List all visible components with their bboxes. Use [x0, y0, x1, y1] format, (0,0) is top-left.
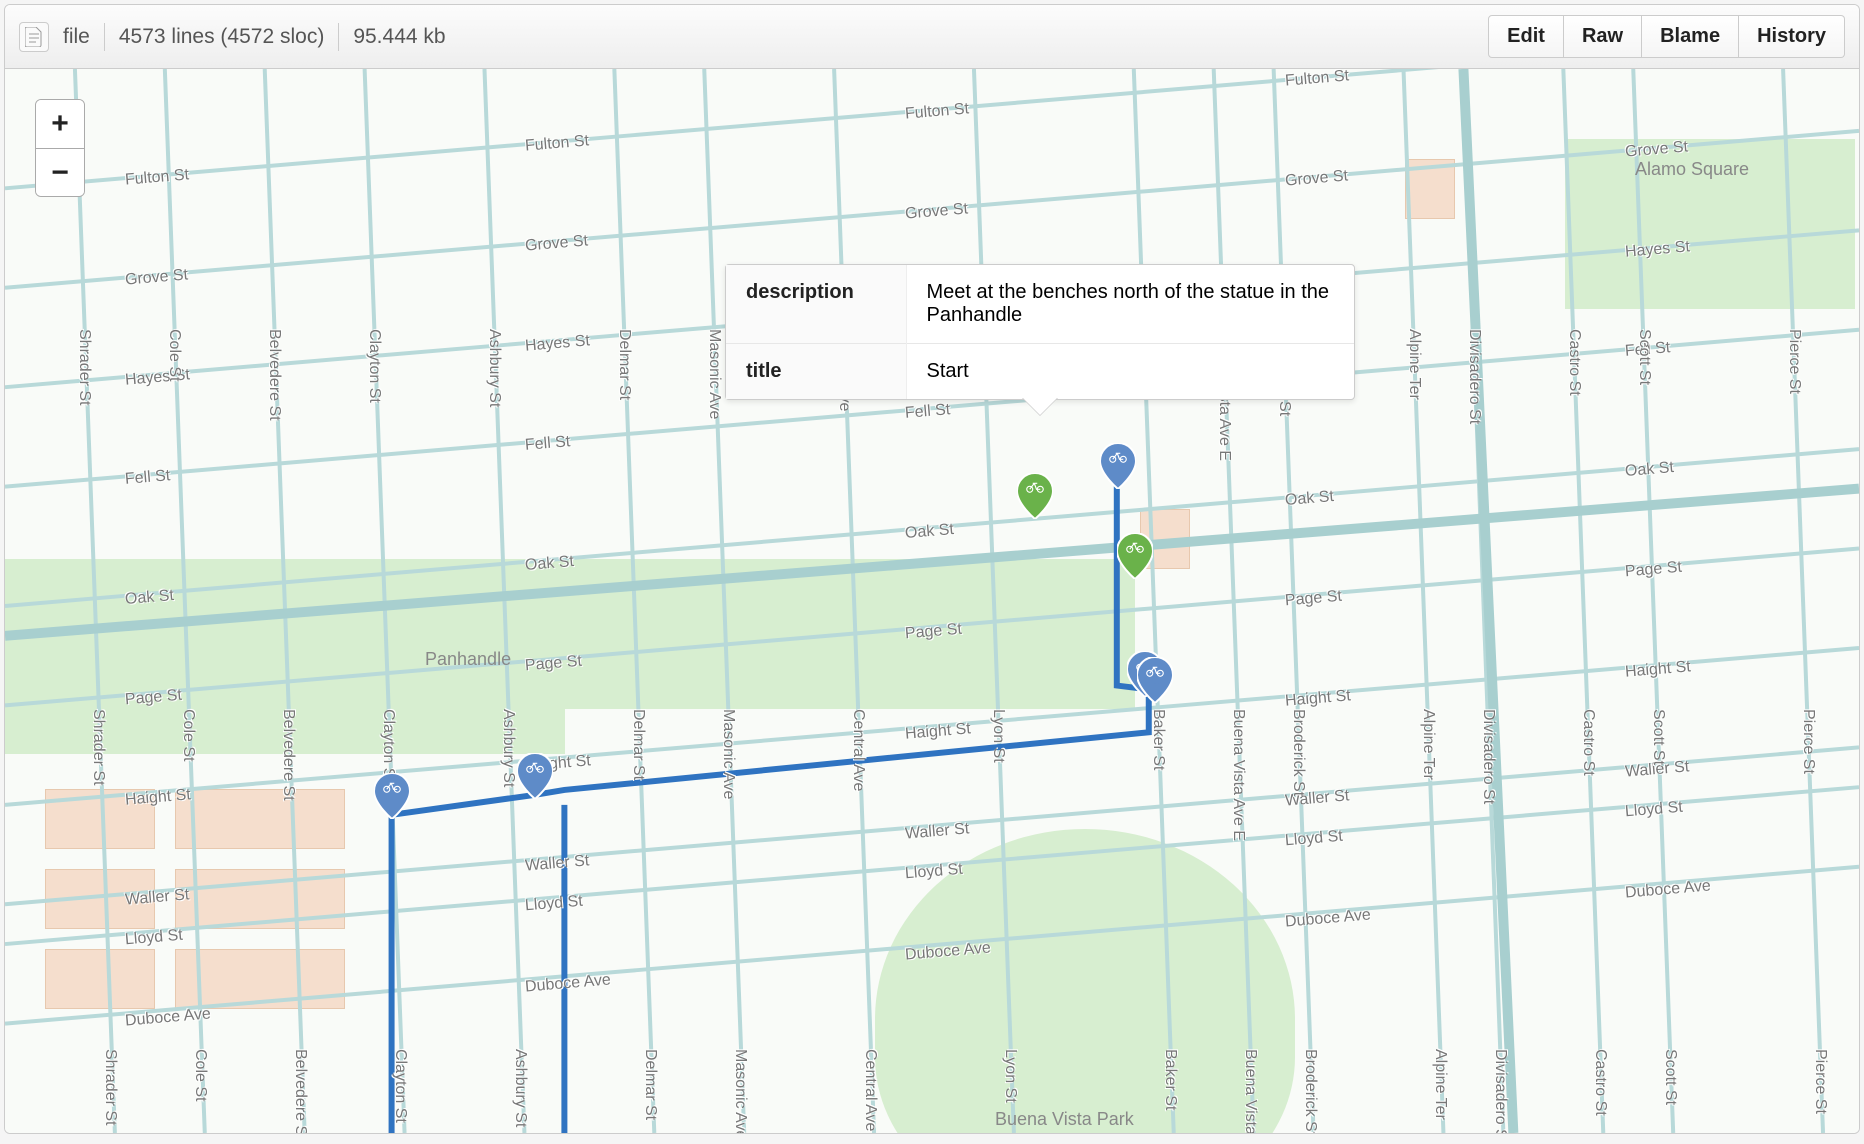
street-label-v: Cole St — [191, 1049, 209, 1101]
street-label-h: Fell St — [524, 433, 571, 455]
street-label-v: Pierce St — [1799, 709, 1817, 774]
street-label-v: Delmar St — [629, 709, 647, 780]
popup-value: Meet at the benches north of the statue … — [906, 265, 1354, 344]
map-marker-wp-page-ashbury[interactable] — [517, 753, 553, 799]
zoom-control: + − — [35, 99, 85, 197]
separator — [104, 23, 105, 51]
buena-vista-label: Buena Vista Park — [995, 1109, 1134, 1130]
app-container: file 4573 lines (4572 sloc) 95.444 kb Ed… — [4, 4, 1860, 1134]
street-label-h: Fell St — [124, 467, 171, 489]
street-label-v: Delmar St — [641, 1049, 659, 1120]
street-label-v: Buena Vista Ave E — [1229, 709, 1247, 841]
alamo-square-label: Alamo Square — [1635, 159, 1749, 180]
street-label-v: Cole St — [165, 329, 183, 381]
panhandle-label: Panhandle — [425, 649, 511, 670]
bike-icon — [1026, 481, 1044, 493]
street-label-v: Alpine Ter — [1419, 709, 1437, 780]
zoom-in-button[interactable]: + — [36, 100, 84, 148]
street-label-v: Broderick St — [1289, 709, 1307, 796]
edit-button[interactable]: Edit — [1488, 15, 1564, 58]
street-label-v: Castro St — [1565, 329, 1583, 396]
file-icon — [19, 22, 49, 52]
popup-table: description Meet at the benches north of… — [726, 265, 1354, 399]
zoom-out-button[interactable]: − — [36, 148, 84, 196]
map-viewport[interactable]: Panhandle Buena Vista Park Alamo Square … — [5, 69, 1859, 1133]
street-label-v: Delmar St — [615, 329, 633, 400]
street-label-v: Pierce St — [1785, 329, 1803, 394]
bike-icon — [1146, 665, 1164, 677]
street-label-v: Lyon St — [989, 709, 1007, 763]
street-label-h: Fell St — [904, 401, 951, 423]
street-label-v: Castro St — [1579, 709, 1597, 776]
popup-row: description Meet at the benches north of… — [726, 265, 1354, 344]
street-label-v: Masonic Ave — [705, 329, 723, 419]
street-label-v: Belvedere St — [279, 709, 297, 801]
map-marker-wp-page-baker-2[interactable] — [1137, 657, 1173, 703]
popup-tail — [1022, 397, 1058, 415]
popup-row: title Start — [726, 344, 1354, 400]
street-label-v: Belvedere St — [265, 329, 283, 421]
feature-popup[interactable]: description Meet at the benches north of… — [725, 264, 1355, 400]
bike-icon — [1109, 451, 1127, 463]
street-label-v: Divisadero St — [1465, 329, 1483, 424]
street-label-v: Masonic Ave — [719, 709, 737, 799]
bike-icon — [526, 761, 544, 773]
street-label-v: Shrader St — [101, 1049, 119, 1125]
file-size-label: 95.444 kb — [353, 25, 445, 49]
file-type-label: file — [63, 25, 90, 49]
popup-key: description — [726, 265, 906, 344]
raw-button[interactable]: Raw — [1564, 15, 1642, 58]
map-marker-wp-oak-baker[interactable] — [1117, 533, 1153, 579]
street-label-v: Alpine Ter — [1431, 1049, 1449, 1120]
street-label-h: Oak St — [904, 520, 954, 542]
history-button[interactable]: History — [1739, 15, 1845, 58]
street-label-v: Central Ave — [849, 709, 867, 791]
street-label-v: Shrader St — [75, 329, 93, 405]
street-label-v: Belvedere St — [291, 1049, 309, 1133]
street-label-v: Broderick St — [1301, 1049, 1319, 1133]
map-marker-wp-page-clayton[interactable] — [374, 773, 410, 819]
street-grid — [5, 69, 1859, 1133]
blame-button[interactable]: Blame — [1642, 15, 1739, 58]
action-button-group: Edit Raw Blame History — [1488, 15, 1845, 58]
street-label-v: Baker St — [1149, 709, 1167, 770]
file-toolbar: file 4573 lines (4572 sloc) 95.444 kb Ed… — [5, 5, 1859, 69]
street-label-v: Castro St — [1591, 1049, 1609, 1116]
street-label-v: Shrader St — [89, 709, 107, 785]
street-label-v: Ashbury St — [499, 709, 517, 787]
street-label-v: Baker St — [1161, 1049, 1179, 1110]
street-label-v: Alpine Ter — [1405, 329, 1423, 400]
street-label-v: Clayton St — [379, 709, 397, 783]
popup-value: Start — [906, 344, 1354, 400]
popup-key: title — [726, 344, 906, 400]
map-marker-wp-fell-baker[interactable] — [1100, 443, 1136, 489]
street-label-v: Cole St — [179, 709, 197, 761]
bike-icon — [383, 781, 401, 793]
street-label-v: Buena Vista Ave E — [1241, 1049, 1259, 1133]
street-label-v: Clayton St — [365, 329, 383, 403]
street-label-v: Scott St — [1649, 709, 1667, 765]
separator — [338, 23, 339, 51]
street-label-h: Oak St — [124, 587, 174, 609]
bike-icon — [1126, 541, 1144, 553]
map-marker-start[interactable] — [1017, 473, 1053, 519]
street-label-v: Lyon St — [1001, 1049, 1019, 1103]
street-label-v: Ashbury St — [511, 1049, 529, 1127]
street-label-v: Scott St — [1635, 329, 1653, 385]
street-label-h: Oak St — [524, 553, 574, 575]
street-label-v: Scott St — [1661, 1049, 1679, 1105]
file-lines-label: 4573 lines (4572 sloc) — [119, 25, 324, 49]
street-label-v: Divisadero St — [1491, 1049, 1509, 1133]
street-label-v: Divisadero St — [1479, 709, 1497, 804]
street-label-v: Central Ave — [861, 1049, 879, 1131]
street-label-v: Ashbury St — [485, 329, 503, 407]
street-label-v: Pierce St — [1811, 1049, 1829, 1114]
street-label-v: Masonic Ave — [731, 1049, 749, 1133]
street-label-v: Clayton St — [391, 1049, 409, 1123]
